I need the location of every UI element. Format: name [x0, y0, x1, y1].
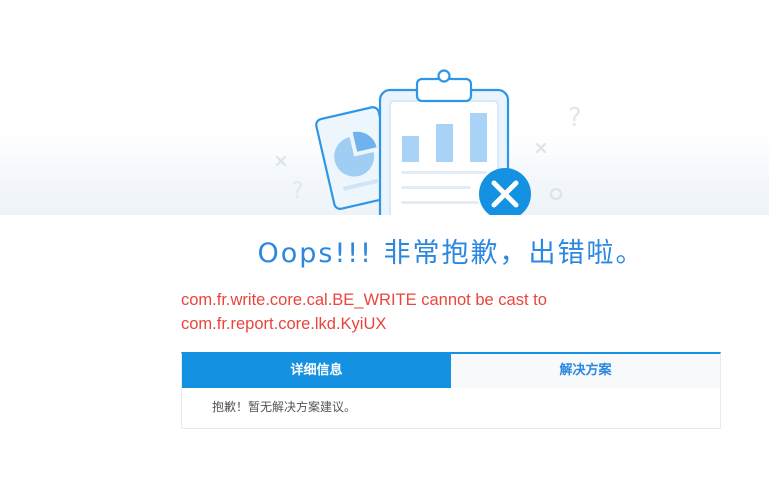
circle-icon	[549, 187, 563, 201]
error-illustration: ? ?	[0, 0, 769, 215]
panel-content: 抱歉！暂无解决方案建议。	[212, 400, 357, 414]
svg-text:?: ?	[292, 179, 304, 204]
cross-icon	[275, 155, 287, 167]
tab-details[interactable]: 详细信息	[182, 354, 451, 388]
svg-text:?: ?	[568, 103, 582, 133]
page-title: Oops!!! 非常抱歉，出错啦。	[257, 238, 645, 269]
question-mark-icon: ?	[568, 103, 582, 133]
question-mark-icon: ?	[292, 179, 304, 204]
error-page: ? ? Oops!!! 非常抱歉，出错啦。 com.fr.write.core.…	[0, 0, 769, 482]
tab-solutions[interactable]: 解决方案	[451, 354, 720, 388]
error-details-panel: 详细信息 解决方案 抱歉！暂无解决方案建议。	[181, 352, 721, 429]
panel-tabs: 详细信息 解决方案	[182, 354, 720, 388]
cross-icon	[535, 142, 547, 154]
error-message: com.fr.write.core.cal.BE_WRITE cannot be…	[181, 291, 547, 333]
